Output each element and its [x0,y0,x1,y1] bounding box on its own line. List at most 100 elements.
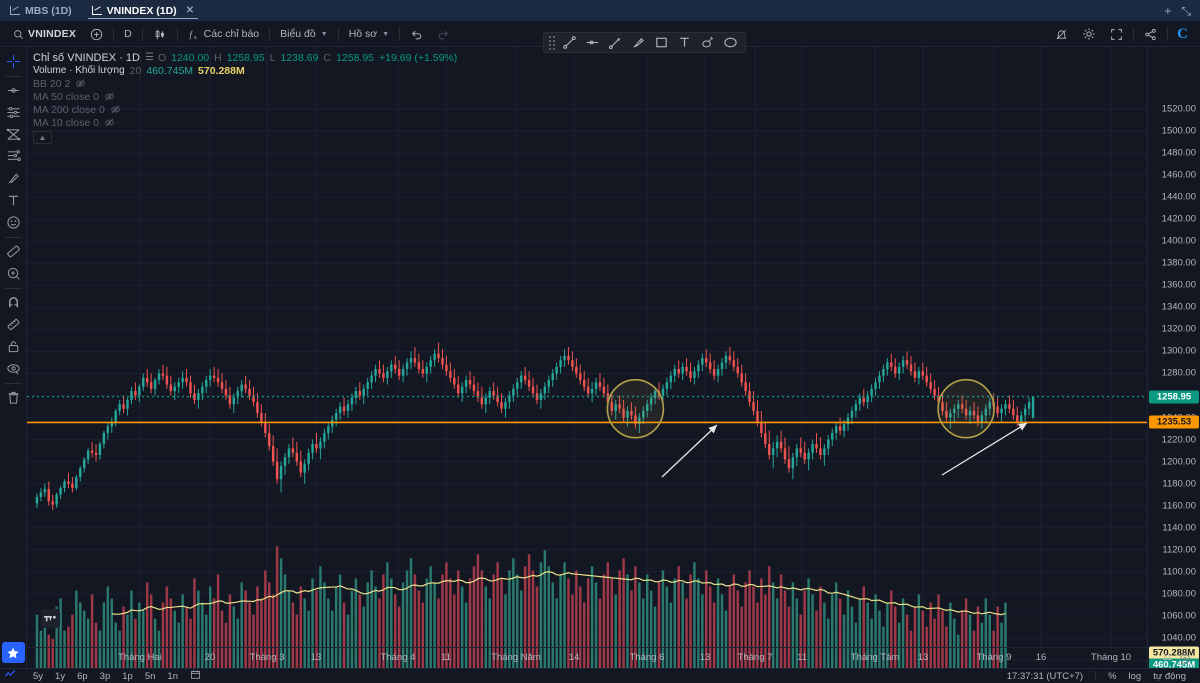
range-button-3m[interactable]: 3p [94,670,117,683]
text-tool[interactable] [2,190,25,211]
expand-tabs-button[interactable]: ⤡ [1181,5,1191,17]
clock-label: 17:37:31 (UTC+7) [1006,670,1084,682]
chart-canvas[interactable] [27,47,1147,683]
horizontal-ray-icon[interactable] [581,33,604,52]
time-axis[interactable]: Tháng Hai 20 Tháng 3 13 Tháng 4 11 Tháng Năm 14… [27,647,1190,668]
brush-icon[interactable] [627,33,650,52]
remove-drawings-tool[interactable] [2,387,25,408]
undo-button[interactable] [403,25,430,44]
time-tick: Tháng 10 [1090,652,1132,663]
price-tick: 1440.00 [1161,191,1196,203]
price-tick: 1180.00 [1162,478,1196,490]
share-icon [1144,28,1157,41]
trend-line-icon[interactable] [558,33,581,52]
time-tick: Tháng Hai [118,652,162,663]
rectangle-icon[interactable] [650,33,673,52]
symbol-search-button[interactable]: VNINDEX [6,25,83,44]
price-tick: 1460.00 [1161,169,1196,181]
price-axis[interactable]: 1520.00 1500.00 1480.00 1460.00 1440.00 1420.… [1147,47,1200,683]
magnet-tool[interactable] [2,292,25,313]
calendar-icon[interactable] [184,669,207,683]
horizontal-lines-tool[interactable] [2,102,25,123]
last-price-badge: 1258.95 [1149,390,1199,404]
close-icon[interactable]: ✕ [186,5,194,16]
tradingview-footer-logo[interactable] [4,670,18,682]
auto-scale-button[interactable]: tự động [1147,670,1192,683]
range-button-5y[interactable]: 5y [27,670,49,683]
tab-bar-actions: + ⤡ [1164,0,1200,21]
chart-type-button[interactable] [146,25,174,44]
share-button[interactable] [1137,25,1164,44]
add-symbol-button[interactable] [83,25,110,44]
time-tick: 14 [568,652,580,663]
arrow-line-icon[interactable] [604,33,627,52]
lock-tool[interactable] [2,336,25,357]
time-tick: 20 [204,652,216,663]
range-button-1y[interactable]: 1y [49,670,71,683]
chart-menu-label: Biểu đồ [280,28,316,40]
price-tick: 1420.00 [1161,213,1196,225]
indicators-button[interactable]: fx Các chỉ báo [181,25,266,44]
divider [4,237,22,238]
settings-button[interactable] [1075,25,1103,44]
toolbar-right-group: C [1048,25,1194,44]
drawing-tools-sidebar [0,47,27,668]
interval-button[interactable]: D [117,25,139,44]
price-tick: 1100.00 [1162,566,1196,578]
favorites-tool[interactable] [1,642,25,663]
text-icon[interactable] [673,33,696,52]
highlighter-icon[interactable] [696,33,719,52]
alert-button[interactable] [1048,25,1075,44]
chevron-down-icon: ▼ [382,30,390,38]
range-button-5d[interactable]: 5n [139,670,162,683]
range-button-6m[interactable]: 6p [71,670,94,683]
price-tick: 1120.00 [1162,544,1196,556]
status-bar: 5y 1y 6p 3p 1p 5n 1n 17:37:31 (UTC+7) % … [0,668,1200,683]
measure-tool[interactable] [2,314,25,335]
log-scale-button[interactable]: log [1123,670,1148,683]
zoom-tool[interactable] [2,263,25,284]
chart-icon [10,6,20,15]
ruler-tool[interactable] [2,241,25,262]
divider [399,27,401,41]
chart-menu-button[interactable]: Biểu đồ ▼ [273,25,335,44]
svg-text:x: x [194,35,197,41]
brush-tool[interactable] [2,168,25,189]
profile-menu-button[interactable]: Hồ sơ ▼ [342,25,396,44]
crosshair-tool[interactable] [2,51,25,72]
collapse-legend-button[interactable]: ▲ [33,131,52,144]
time-tick: Tháng 6 [629,652,665,663]
time-tick: Tháng 7 [737,652,773,663]
divider [337,27,339,41]
range-button-1d[interactable]: 1n [161,670,184,683]
fullscreen-icon [1110,28,1123,41]
range-buttons: 5y 1y 6p 3p 1p 5n 1n [0,669,207,683]
time-tick: 13 [917,652,929,663]
tab-mbs[interactable]: MBS (1D) [0,0,82,21]
symbol-label: VNINDEX [28,28,77,40]
tab-bar: MBS (1D) VNINDEX (1D) ✕ + ⤡ [0,0,1200,22]
hide-drawings-tool[interactable] [2,358,25,379]
drag-handle[interactable] [547,35,556,50]
price-tick: 1500.00 [1161,125,1196,137]
emoji-tool[interactable] [2,212,25,233]
price-tick: 1360.00 [1161,279,1196,291]
ellipse-icon[interactable] [719,33,742,52]
fib-retracement-tool[interactable] [2,124,25,145]
price-tick: 1160.00 [1162,500,1196,512]
app-logo[interactable]: C [1171,26,1194,42]
svg-text:f: f [189,29,193,39]
add-tab-button[interactable]: + [1164,5,1171,17]
profile-menu-label: Hồ sơ [348,28,378,40]
trend-line-tool[interactable] [2,80,25,101]
tab-vnindex[interactable]: VNINDEX (1D) ✕ [82,0,204,21]
range-button-1m[interactable]: 1p [116,670,139,683]
redo-button[interactable] [430,25,457,44]
percent-scale-button[interactable]: % [1102,670,1122,683]
divider [1167,27,1169,41]
price-tick: 1040.00 [1161,632,1196,644]
chart-container[interactable]: Chỉ số VNINDEX · 1D ☰ O 1240.00 H 1258.95 … [27,47,1200,683]
tab-label: MBS (1D) [25,4,72,17]
pitchfork-tool[interactable] [2,146,25,167]
fullscreen-button[interactable] [1103,25,1130,44]
